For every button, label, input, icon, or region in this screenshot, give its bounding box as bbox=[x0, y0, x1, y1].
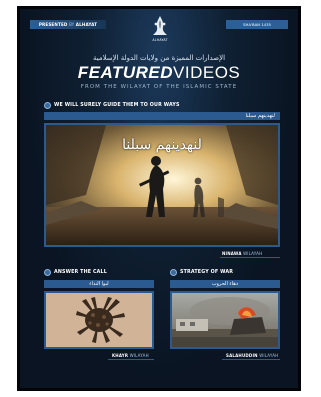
left-video-thumbnail[interactable] bbox=[44, 291, 154, 349]
presented-by-badge: PRESENTED BY ALHAYAT bbox=[30, 20, 106, 29]
wilayah-word: WILAYAH bbox=[129, 353, 149, 358]
featured-arabic-bar: لنهدينهم سبلنا bbox=[44, 112, 280, 120]
caption-underline bbox=[220, 257, 280, 258]
video-icon bbox=[44, 101, 51, 109]
presented-by-word: BY bbox=[68, 22, 75, 27]
caption-underline bbox=[222, 359, 280, 360]
right-section-label: STRATEGY OF WAR bbox=[180, 269, 234, 275]
wilayah-name: SALAHUDDIN bbox=[226, 353, 258, 358]
right-section-header: STRATEGY OF WAR bbox=[170, 268, 233, 276]
alhayat-logo: ALHAYAT bbox=[147, 14, 173, 44]
header-bar: PRESENTED BY ALHAYAT ALHAYAT SHA'BAN 143… bbox=[20, 9, 298, 47]
date-badge: SHA'BAN 1435 bbox=[226, 20, 288, 29]
caption-underline bbox=[108, 359, 154, 360]
right-arabic-bar: دهاء الحروب bbox=[170, 280, 280, 288]
wilayah-name: KHAYR bbox=[112, 353, 129, 358]
featured-section-label: WE WILL SURELY GUIDE THEM TO OUR WAYS bbox=[54, 102, 180, 108]
right-wilayah-caption: SALAHUDDIN WILAYAH bbox=[226, 353, 278, 358]
right-video-thumbnail[interactable] bbox=[170, 291, 280, 349]
logo-icon bbox=[153, 16, 167, 35]
magazine-page: PRESENTED BY ALHAYAT ALHAYAT SHA'BAN 143… bbox=[17, 6, 301, 391]
featured-wilayah-caption: NINAWA WILAYAH bbox=[222, 251, 262, 256]
left-section-header: ANSWER THE CALL bbox=[44, 268, 107, 276]
logo-text: ALHAYAT bbox=[152, 38, 168, 42]
wilayah-name: NINAWA bbox=[222, 251, 242, 256]
left-scene bbox=[46, 293, 152, 347]
left-arabic-bar: لبوا النداء bbox=[44, 280, 154, 288]
video-icon bbox=[170, 268, 177, 276]
featured-section-header: WE WILL SURELY GUIDE THEM TO OUR WAYS bbox=[44, 101, 180, 109]
presented-brand: ALHAYAT bbox=[75, 22, 98, 27]
video-icon bbox=[44, 268, 51, 276]
arabic-page-title: الإصدارات المميزة من ولايات الدولة الإسل… bbox=[92, 54, 226, 62]
presented-label: PRESENTED bbox=[38, 22, 68, 27]
featured-video-thumbnail[interactable]: لنهدينهم سبلنا bbox=[44, 123, 280, 247]
thumbnail-arabic-title: لنهدينهم سبلنا bbox=[122, 137, 202, 153]
page-subtitle: FROM THE WILAYAT OF THE ISLAMIC STATE bbox=[80, 84, 238, 90]
wilayah-word: WILAYAH bbox=[259, 353, 279, 358]
left-section-label: ANSWER THE CALL bbox=[54, 269, 107, 275]
title-videos: VIDEOS bbox=[173, 63, 241, 82]
left-wilayah-caption: KHAYR WILAYAH bbox=[112, 353, 149, 358]
page-title: FEATUREDVIDEOS bbox=[20, 63, 298, 83]
right-scene bbox=[172, 293, 278, 347]
title-featured: FEATURED bbox=[77, 63, 174, 82]
wilayah-word: WILAYAH bbox=[243, 251, 263, 256]
